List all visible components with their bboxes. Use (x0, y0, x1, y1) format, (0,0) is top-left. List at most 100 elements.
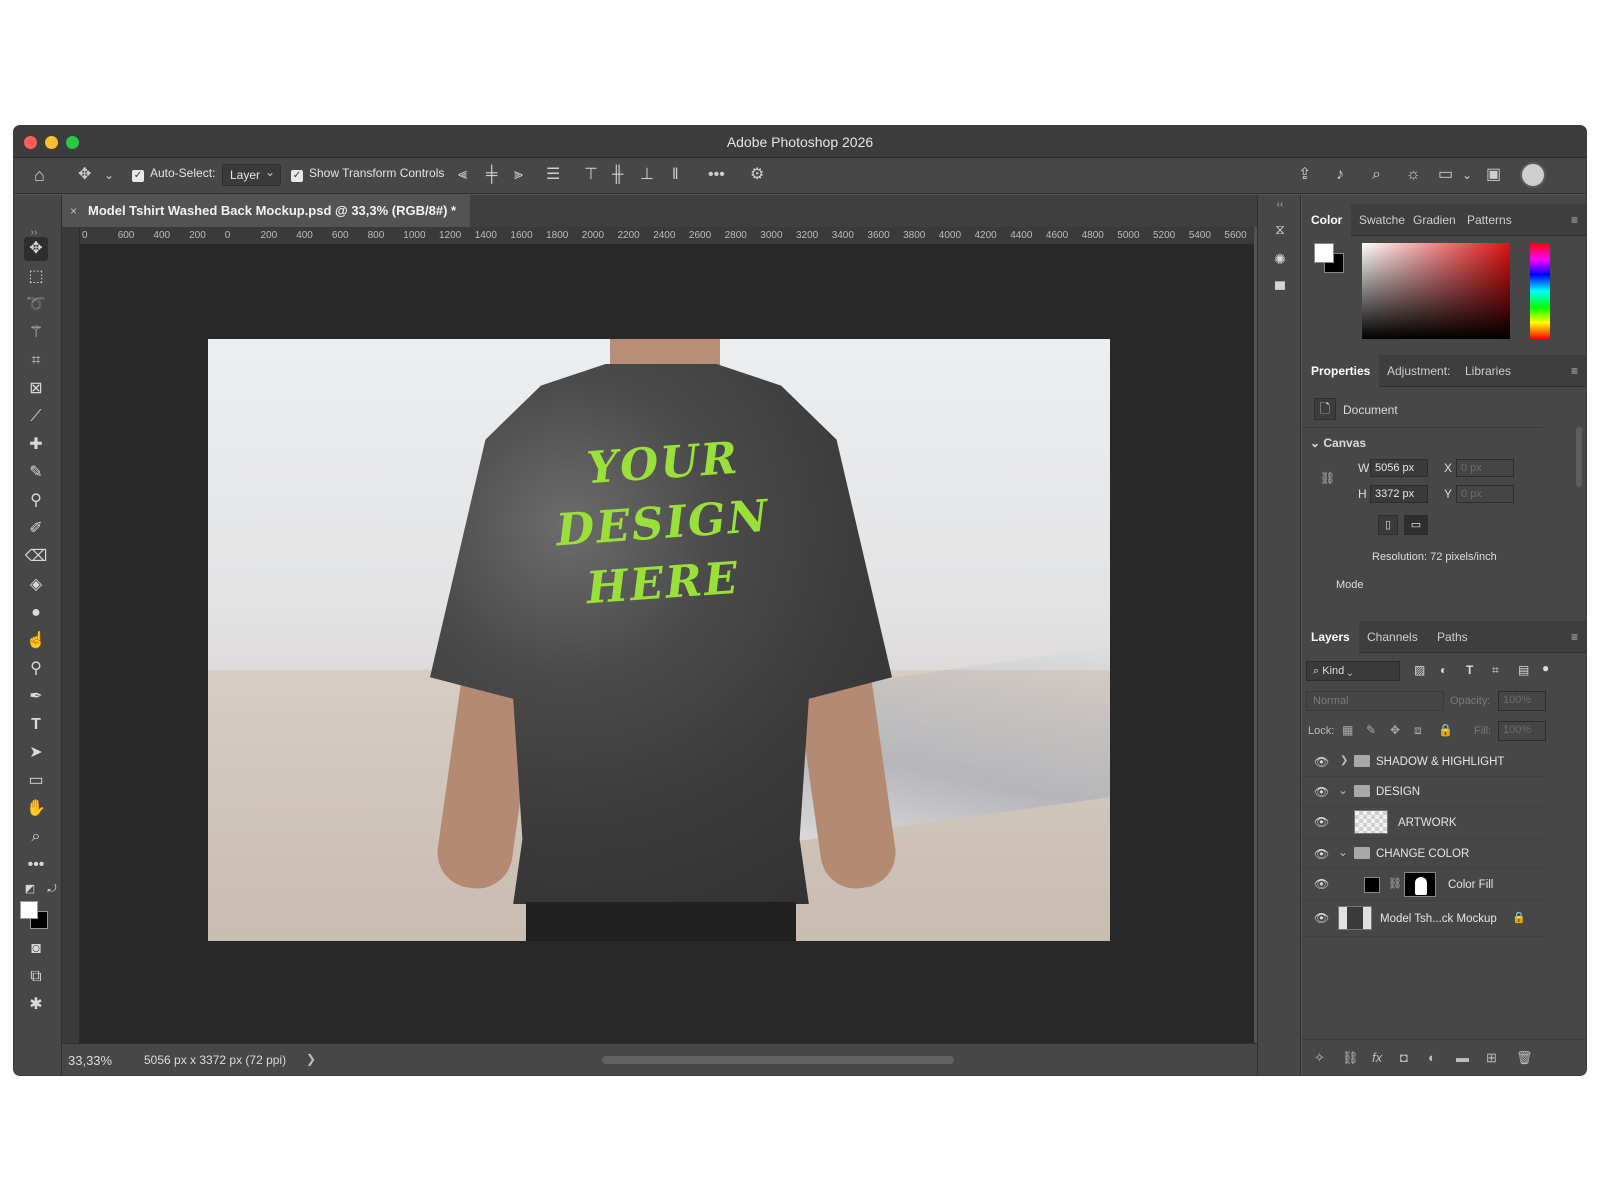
tab-adjustments[interactable]: Adjustment: (1378, 355, 1459, 387)
share-icon[interactable]: ⇪ (1298, 166, 1311, 184)
tool-preset-chevron-icon[interactable]: ⌄ (104, 166, 114, 184)
tab-properties[interactable]: Properties (1302, 355, 1380, 387)
y-field[interactable]: 0 px (1456, 485, 1514, 503)
screen-mode-icon[interactable]: ⧉ (24, 965, 48, 989)
blend-mode-dropdown[interactable]: Normal (1306, 691, 1444, 711)
link-icon[interactable]: ⛓ (1320, 471, 1335, 485)
quick-mask-icon[interactable]: ◙ (24, 937, 48, 961)
zoom-tool-icon[interactable]: ⌕ (24, 825, 48, 849)
discover-light-icon[interactable]: ☼ (1406, 166, 1421, 184)
align-middle-icon[interactable]: ╫ (612, 166, 623, 184)
generative-image-icon[interactable]: ▣ (1486, 166, 1501, 184)
move-tool-icon[interactable]: ✥ (24, 237, 48, 261)
tab-layers[interactable]: Layers (1302, 621, 1359, 653)
type-tool-icon[interactable]: T (24, 713, 48, 737)
gear-icon[interactable]: ⚙ (750, 166, 764, 184)
tab-color[interactable]: Color (1302, 204, 1352, 236)
layer-row-shadow-highlight[interactable]: 👁 ❯ SHADOW & HIGHLIGHT (1302, 747, 1548, 777)
filter-toggle-icon[interactable]: ● (1542, 661, 1549, 675)
comments-panel-icon[interactable]: ▀ (1270, 281, 1290, 301)
move-tool-icon[interactable]: ✥ (78, 166, 91, 184)
horizontal-scrollbar[interactable] (602, 1056, 954, 1064)
search-icon[interactable]: ⌕ (1372, 166, 1381, 184)
fill-field[interactable]: 100% (1498, 721, 1546, 741)
history-panel-icon[interactable]: ⧖ (1270, 221, 1290, 241)
history-brush-tool-icon[interactable]: ✐ (24, 517, 48, 541)
auto-select-checkbox[interactable]: ✓ (132, 170, 144, 182)
distribute-icon[interactable]: ☰ (546, 166, 560, 184)
eyedropper-tool-icon[interactable]: ⟋ (24, 405, 48, 429)
tab-channels[interactable]: Channels (1358, 621, 1427, 653)
status-menu-arrow-icon[interactable]: ❯ (306, 1052, 316, 1066)
dodge-tool-icon[interactable]: ⚲ (24, 657, 48, 681)
delete-layer-icon[interactable]: 🗑 (1516, 1050, 1533, 1066)
generative-layer-icon[interactable]: ✧ (1314, 1050, 1325, 1066)
lock-pixels-icon[interactable]: ✎ (1366, 723, 1376, 737)
new-group-icon[interactable]: ▬ (1456, 1050, 1469, 1065)
rectangle-tool-icon[interactable]: ▭ (24, 769, 48, 793)
fx-icon[interactable]: fx (1372, 1050, 1382, 1065)
filter-type-icon[interactable]: T (1466, 663, 1473, 677)
document-tab[interactable]: × Model Tshirt Washed Back Mockup.psd @ … (62, 195, 471, 227)
new-layer-icon[interactable]: ⊞ (1486, 1050, 1497, 1066)
workspace-icon[interactable]: ▭ (1438, 166, 1453, 184)
visibility-eye-icon[interactable]: 👁 (1314, 911, 1329, 925)
lock-position-icon[interactable]: ✥ (1390, 723, 1400, 737)
actions-panel-icon[interactable]: ✺ (1270, 251, 1290, 271)
pen-tool-icon[interactable]: ✒ (24, 685, 48, 709)
collapse-panels-icon[interactable]: ‹‹ (1270, 199, 1290, 219)
edit-toolbar-icon[interactable]: ••• (24, 853, 48, 877)
tab-libraries[interactable]: Libraries (1456, 355, 1520, 387)
filter-adjustment-icon[interactable]: ◐ (1440, 663, 1447, 677)
healing-brush-tool-icon[interactable]: ✚ (24, 433, 48, 457)
tab-gradients[interactable]: Gradien (1404, 204, 1465, 236)
align-left-icon[interactable]: ⫷ (458, 166, 467, 184)
collapse-chevron-icon[interactable]: ⌄ (1338, 845, 1348, 859)
eraser-tool-icon[interactable]: ⌫ (24, 545, 48, 569)
layer-row-design[interactable]: 👁 ⌄ DESIGN (1302, 777, 1548, 807)
more-options-icon[interactable]: ••• (708, 166, 725, 184)
stamp-tool-icon[interactable]: ⚲ (24, 489, 48, 513)
add-mask-icon[interactable]: ◘ (1400, 1050, 1408, 1065)
layer-mask-thumbnail[interactable] (1404, 872, 1436, 897)
marquee-tool-icon[interactable]: ⬚ (24, 265, 48, 289)
layers-panel-menu-icon[interactable]: ≡ (1571, 630, 1578, 644)
frame-tool-icon[interactable]: ⊠ (24, 377, 48, 401)
visibility-eye-icon[interactable]: 👁 (1314, 847, 1329, 861)
color-panel-menu-icon[interactable]: ≡ (1571, 213, 1578, 227)
visibility-eye-icon[interactable]: 👁 (1314, 755, 1329, 769)
properties-scrollbar[interactable] (1576, 427, 1582, 487)
crop-tool-icon[interactable]: ⌗ (24, 349, 48, 373)
filter-kind-dropdown[interactable]: ⌕ Kind ⌄ (1306, 661, 1400, 681)
filter-shape-icon[interactable]: ⌗ (1492, 663, 1499, 678)
properties-panel-menu-icon[interactable]: ≡ (1571, 364, 1578, 378)
home-icon[interactable]: ⌂ (34, 166, 45, 184)
layer-row-change-color[interactable]: 👁 ⌄ CHANGE COLOR (1302, 839, 1548, 869)
auto-select-dropdown[interactable]: Layer (222, 164, 282, 186)
brush-tool-icon[interactable]: ✎ (24, 461, 48, 485)
avatar[interactable] (1520, 162, 1546, 188)
collapse-chevron-icon[interactable]: ⌄ (1338, 783, 1348, 797)
lock-artboard-icon[interactable]: ⧈ (1414, 723, 1422, 738)
paint-bucket-tool-icon[interactable]: ◈ (24, 573, 48, 597)
visibility-eye-icon[interactable]: 👁 (1314, 815, 1329, 829)
fill-color-thumbnail[interactable] (1364, 877, 1380, 893)
generative-tools-icon[interactable]: ✱ (24, 993, 48, 1017)
color-panel-foreground-swatch[interactable] (1314, 243, 1334, 263)
hue-slider[interactable] (1530, 243, 1550, 339)
distribute-vertical-icon[interactable]: ‖ (672, 166, 679, 184)
adjustment-layer-icon[interactable]: ◐ (1428, 1050, 1436, 1065)
visibility-eye-icon[interactable]: 👁 (1314, 785, 1329, 799)
show-transform-checkbox[interactable]: ✓ (291, 170, 303, 182)
filter-smart-object-icon[interactable]: ▤ (1518, 663, 1529, 677)
color-picker-field[interactable] (1362, 243, 1510, 339)
align-right-icon[interactable]: ⫸ (514, 166, 523, 184)
landscape-orientation-icon[interactable]: ▭ (1404, 515, 1428, 535)
mask-link-icon[interactable]: ⛓ (1388, 877, 1402, 890)
layer-row-model-mockup[interactable]: 👁 Model Tsh...ck Mockup 🔒 (1302, 901, 1548, 937)
align-bottom-icon[interactable]: ⊥ (640, 166, 654, 184)
visibility-eye-icon[interactable]: 👁 (1314, 877, 1329, 891)
width-field[interactable]: 5056 px (1370, 459, 1428, 477)
lock-all-icon[interactable]: 🔒 (1438, 723, 1453, 737)
hand-tool-icon[interactable]: ✋ (24, 797, 48, 821)
